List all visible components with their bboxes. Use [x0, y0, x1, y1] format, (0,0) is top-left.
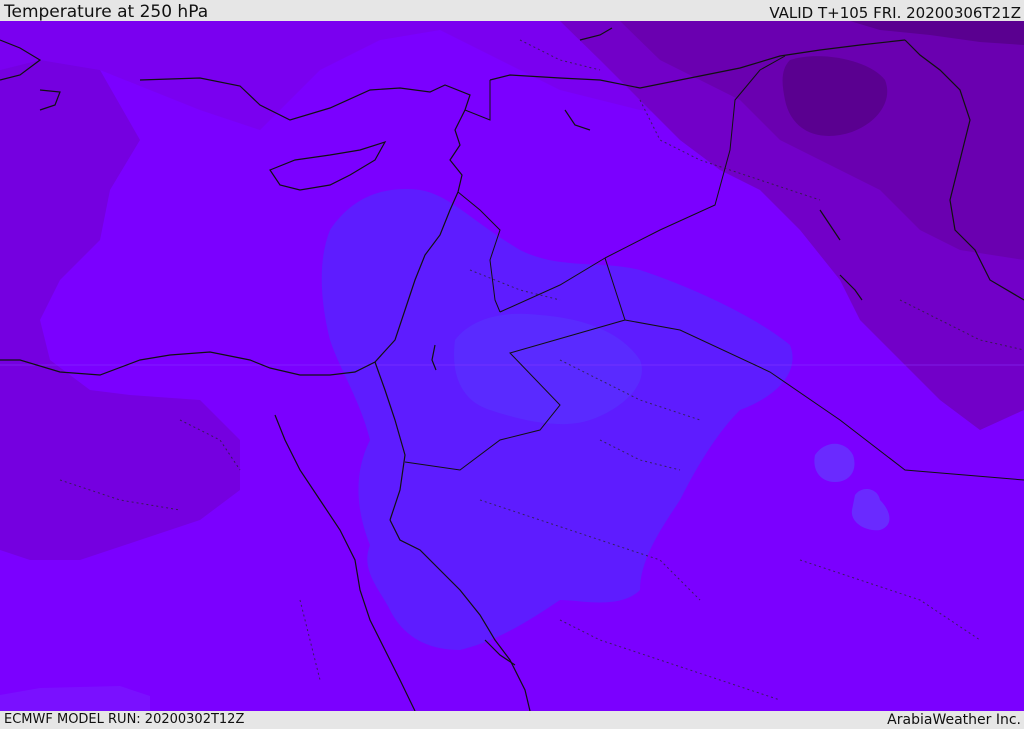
map-title: Temperature at 250 hPa — [4, 2, 209, 22]
valid-time: VALID T+105 FRI. 20200306T21Z — [769, 4, 1021, 22]
model-run-label: ECMWF MODEL RUN: 20200302T12Z — [4, 712, 245, 727]
field-cold-spot — [814, 443, 855, 482]
temperature-map — [0, 21, 1024, 711]
map-canvas — [0, 21, 1024, 711]
footer-bar: ECMWF MODEL RUN: 20200302T12Z ArabiaWeat… — [0, 711, 1024, 729]
title-bar: Temperature at 250 hPa VALID T+105 FRI. … — [0, 0, 1024, 21]
credit-label: ArabiaWeather Inc. — [887, 712, 1021, 728]
